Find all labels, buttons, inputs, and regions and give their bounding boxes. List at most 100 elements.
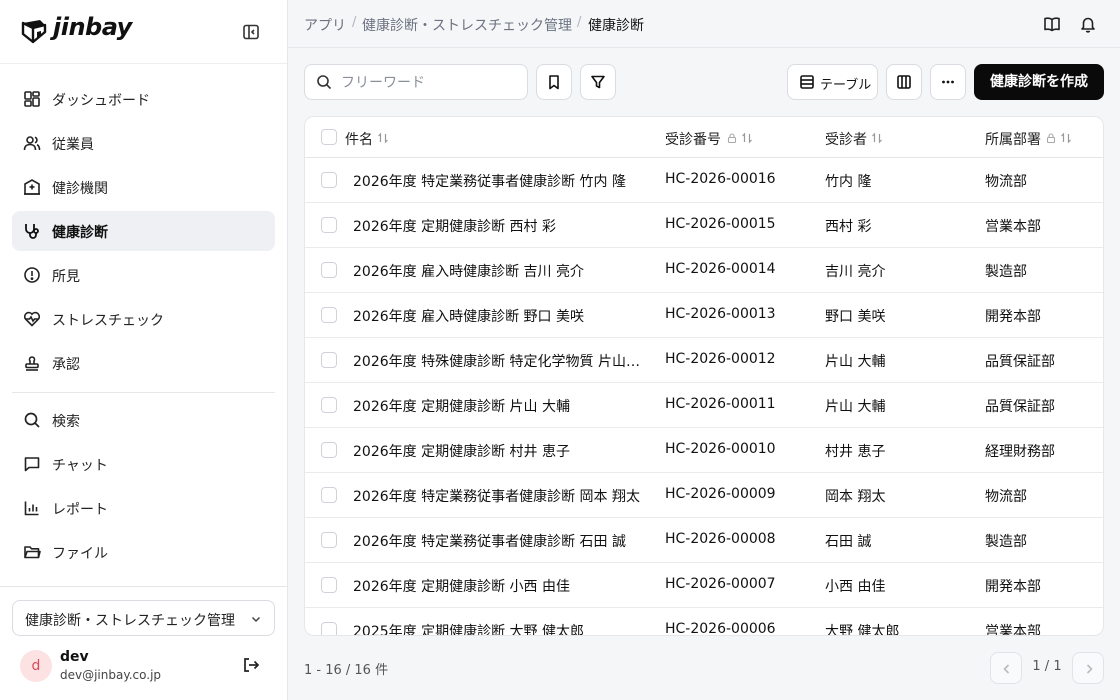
- alert-circle-icon: [24, 267, 40, 283]
- breadcrumb-item-app[interactable]: アプリ: [304, 15, 346, 35]
- cell-subject: 2026年度 定期健康診断 片山 大輔: [353, 399, 570, 415]
- filter-button[interactable]: [580, 64, 616, 100]
- sidebar-item-health-checkup[interactable]: 健康診断: [12, 211, 275, 251]
- search-icon: [24, 412, 40, 428]
- row-checkbox[interactable]: [321, 442, 337, 458]
- sidebar-divider: [12, 392, 275, 393]
- next-page-button[interactable]: [1072, 652, 1104, 684]
- cell-department: 営業本部: [985, 624, 1041, 636]
- cell-examinee: 竹内 隆: [825, 174, 872, 190]
- column-header-subject[interactable]: 件名: [345, 129, 373, 149]
- book-open-icon[interactable]: [1043, 15, 1061, 33]
- sidebar-item-report[interactable]: レポート: [12, 488, 275, 528]
- more-button[interactable]: [930, 64, 966, 100]
- avatar[interactable]: d: [20, 650, 52, 682]
- breadcrumb-item-project[interactable]: 健康診断・ストレスチェック管理: [362, 15, 572, 35]
- cell-subject: 2026年度 雇入時健康診断 吉川 亮介: [353, 264, 584, 280]
- cell-department: 品質保証部: [985, 354, 1055, 370]
- cell-examinee: 小西 由佳: [825, 579, 886, 595]
- row-checkbox[interactable]: [321, 262, 337, 278]
- table-icon: [800, 75, 814, 89]
- table-row[interactable]: 2026年度 雇入時健康診断 野口 美咲 HC-2026-00013 野口 美咲…: [305, 293, 1103, 338]
- table-row[interactable]: 2026年度 特定業務従事者健康診断 岡本 翔太 HC-2026-00009 岡…: [305, 473, 1103, 518]
- lock-icon: [1046, 133, 1056, 144]
- sidebar-item-employees[interactable]: 従業員: [12, 123, 275, 163]
- cell-examinee: 村井 恵子: [825, 444, 886, 460]
- cell-examinee: 岡本 翔太: [825, 489, 886, 505]
- project-select[interactable]: 健康診断・ストレスチェック管理: [12, 600, 275, 636]
- column-header-department[interactable]: 所属部署: [985, 129, 1041, 149]
- columns-button[interactable]: [886, 64, 922, 100]
- table-view-button[interactable]: テーブル: [787, 64, 878, 100]
- table-row[interactable]: 2026年度 雇入時健康診断 吉川 亮介 HC-2026-00014 吉川 亮介…: [305, 248, 1103, 293]
- sidebar-item-label: 検索: [52, 414, 80, 430]
- cell-department: 経理財務部: [985, 444, 1055, 460]
- sidebar-item-chat[interactable]: チャット: [12, 444, 275, 484]
- table-row[interactable]: 2026年度 特殊健康診断 特定化学物質 片山 大輔 HC-2026-00012…: [305, 338, 1103, 383]
- data-table: 件名 受診番号 受診者 所属部署 2026年度 特定業務従事者健康診断 竹内 隆…: [304, 116, 1104, 636]
- sort-icon[interactable]: [1060, 132, 1072, 144]
- table-row[interactable]: 2025年度 定期健康診断 大野 健太郎 HC-2026-00006 大野 健太…: [305, 608, 1103, 636]
- cell-exam-number: HC-2026-00011: [665, 396, 776, 412]
- project-select-value: 健康診断・ストレスチェック管理: [25, 613, 235, 629]
- sidebar-item-findings[interactable]: 所見: [12, 255, 275, 295]
- sidebar-item-label: 従業員: [52, 137, 94, 153]
- bookmark-button[interactable]: [536, 64, 572, 100]
- sidebar-item-label: ストレスチェック: [52, 313, 164, 329]
- cell-examinee: 石田 誠: [825, 534, 872, 550]
- cell-department: 製造部: [985, 534, 1027, 550]
- sort-icon[interactable]: [871, 132, 883, 144]
- logo-text: jinbay: [53, 13, 132, 41]
- bar-chart-icon: [24, 501, 39, 516]
- users-icon: [23, 136, 41, 151]
- cell-department: 営業本部: [985, 219, 1041, 235]
- column-header-exam-number[interactable]: 受診番号: [665, 129, 721, 149]
- breadcrumb-separator: /: [577, 15, 582, 30]
- row-checkbox[interactable]: [321, 622, 337, 635]
- sidebar-item-facilities[interactable]: 健診機関: [12, 167, 275, 207]
- hospital-icon: [24, 179, 40, 195]
- cell-subject: 2025年度 定期健康診断 大野 健太郎: [353, 624, 584, 636]
- logo-row: jinbay: [0, 0, 287, 64]
- table-row[interactable]: 2026年度 定期健康診断 西村 彩 HC-2026-00015 西村 彩 営業…: [305, 203, 1103, 248]
- table-view-label: テーブル: [820, 78, 872, 93]
- sidebar-item-approval[interactable]: 承認: [12, 343, 275, 383]
- table-row[interactable]: 2026年度 定期健康診断 村井 恵子 HC-2026-00010 村井 恵子 …: [305, 428, 1103, 473]
- row-checkbox[interactable]: [321, 352, 337, 368]
- user-email: dev@jinbay.co.jp: [60, 668, 162, 682]
- table-row[interactable]: 2026年度 特定業務従事者健康診断 石田 誠 HC-2026-00008 石田…: [305, 518, 1103, 563]
- table-row[interactable]: 2026年度 定期健康診断 片山 大輔 HC-2026-00011 片山 大輔 …: [305, 383, 1103, 428]
- sidebar-item-dashboard[interactable]: ダッシュボード: [12, 79, 275, 119]
- row-checkbox[interactable]: [321, 532, 337, 548]
- bell-icon[interactable]: [1079, 15, 1097, 33]
- dashboard-icon: [24, 91, 40, 107]
- row-checkbox[interactable]: [321, 307, 337, 323]
- select-all-checkbox[interactable]: [321, 129, 337, 145]
- row-checkbox[interactable]: [321, 397, 337, 413]
- sort-icon[interactable]: [377, 132, 389, 144]
- create-health-checkup-button[interactable]: 健康診断を作成: [974, 64, 1104, 100]
- logout-icon[interactable]: [242, 656, 260, 674]
- cell-exam-number: HC-2026-00012: [665, 351, 776, 367]
- sidebar-item-stress-check[interactable]: ストレスチェック: [12, 299, 275, 339]
- row-checkbox[interactable]: [321, 577, 337, 593]
- row-checkbox[interactable]: [321, 217, 337, 233]
- table-row[interactable]: 2026年度 特定業務従事者健康診断 竹内 隆 HC-2026-00016 竹内…: [305, 158, 1103, 203]
- sort-icon[interactable]: [741, 132, 753, 144]
- previous-page-button[interactable]: [990, 652, 1022, 684]
- sidebar-item-search[interactable]: 検索: [12, 400, 275, 440]
- table-row[interactable]: 2026年度 定期健康診断 小西 由佳 HC-2026-00007 小西 由佳 …: [305, 563, 1103, 608]
- topbar: アプリ / 健康診断・ストレスチェック管理 / 健康診断: [288, 0, 1120, 48]
- cell-subject: 2026年度 特定業務従事者健康診断 石田 誠: [353, 534, 626, 550]
- cell-exam-number: HC-2026-00015: [665, 216, 776, 232]
- cell-examinee: 片山 大輔: [825, 354, 886, 370]
- column-header-examinee[interactable]: 受診者: [825, 129, 867, 149]
- row-checkbox[interactable]: [321, 172, 337, 188]
- folder-icon: [24, 546, 41, 559]
- search-input[interactable]: [341, 73, 521, 93]
- sidebar-item-files[interactable]: ファイル: [12, 532, 275, 572]
- sidebar-toggle-icon[interactable]: [241, 22, 261, 42]
- cell-subject: 2026年度 特殊健康診断 特定化学物質 片山 大輔: [353, 354, 643, 370]
- row-checkbox[interactable]: [321, 487, 337, 503]
- breadcrumb-separator: /: [352, 15, 357, 30]
